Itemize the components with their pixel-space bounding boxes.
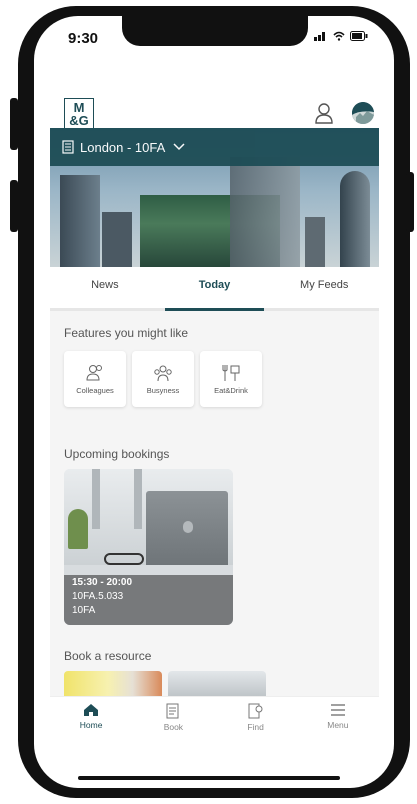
window-frame bbox=[92, 469, 100, 529]
booking-room: 10FA.5.033 bbox=[72, 591, 124, 602]
user-icon[interactable] bbox=[314, 102, 334, 124]
clock: 9:30 bbox=[68, 30, 99, 47]
nav-label: Home bbox=[79, 720, 103, 730]
plant bbox=[68, 509, 88, 549]
glasses bbox=[104, 553, 144, 565]
feature-label: Colleagues bbox=[76, 385, 114, 395]
apple-logo-icon bbox=[183, 521, 193, 533]
features-title: Features you might like bbox=[64, 326, 189, 340]
wifi-icon bbox=[333, 31, 345, 41]
book-icon bbox=[166, 703, 179, 719]
nav-label: Menu bbox=[327, 720, 349, 730]
phone-side-button bbox=[406, 172, 414, 232]
building bbox=[60, 175, 100, 267]
feature-list: Colleagues Busyness Eat&Drink bbox=[64, 351, 262, 407]
battery-icon bbox=[350, 31, 368, 41]
bookings-title: Upcoming bookings bbox=[64, 447, 170, 461]
resources-title: Book a resource bbox=[64, 649, 152, 663]
home-indicator[interactable] bbox=[78, 776, 340, 780]
avatar[interactable] bbox=[352, 102, 374, 124]
app-screen: 9:30 M &G London - 10FA News Today My Fe… bbox=[34, 16, 394, 788]
crowd-icon bbox=[154, 365, 172, 381]
signal-icon bbox=[314, 32, 325, 41]
feature-colleagues[interactable]: Colleagues bbox=[64, 351, 126, 407]
booking-time: 15:30 - 20:00 bbox=[72, 577, 133, 588]
find-icon bbox=[248, 703, 263, 719]
building-icon bbox=[62, 140, 74, 154]
booking-card[interactable]: 15:30 - 20:00 10FA.5.033 10FA bbox=[64, 469, 233, 625]
feature-busyness[interactable]: Busyness bbox=[132, 351, 194, 407]
home-icon bbox=[84, 704, 99, 716]
status-icons bbox=[314, 31, 368, 41]
main-content: Features you might like Colleagues Busyn… bbox=[50, 311, 379, 701]
bottom-navigation: Home Book Find Menu bbox=[50, 696, 379, 749]
chevron-down-icon bbox=[173, 143, 185, 151]
tab-today[interactable]: Today bbox=[160, 270, 270, 311]
building bbox=[340, 171, 370, 267]
tab-bar: News Today My Feeds bbox=[50, 270, 379, 311]
nav-find[interactable]: Find bbox=[215, 697, 297, 749]
nav-book[interactable]: Book bbox=[132, 697, 214, 749]
cutlery-icon bbox=[222, 364, 240, 381]
building bbox=[102, 212, 132, 267]
feature-eat-drink[interactable]: Eat&Drink bbox=[200, 351, 262, 407]
window-frame bbox=[134, 469, 142, 529]
building bbox=[230, 157, 300, 267]
location-label: London - 10FA bbox=[80, 139, 166, 155]
nav-menu[interactable]: Menu bbox=[297, 697, 379, 749]
feature-label: Eat&Drink bbox=[214, 385, 248, 395]
nav-label: Book bbox=[163, 722, 184, 732]
building bbox=[305, 217, 325, 267]
menu-icon bbox=[330, 704, 345, 716]
phone-side-button bbox=[10, 98, 18, 150]
nav-home[interactable]: Home bbox=[50, 697, 132, 749]
tab-news[interactable]: News bbox=[50, 270, 160, 308]
nav-label: Find bbox=[247, 722, 264, 732]
notch bbox=[122, 16, 308, 46]
phone-side-button bbox=[10, 180, 18, 232]
booking-building: 10FA bbox=[72, 605, 96, 616]
company-logo: M &G bbox=[64, 98, 94, 130]
location-selector[interactable]: London - 10FA bbox=[50, 128, 379, 166]
location-banner[interactable]: London - 10FA bbox=[50, 128, 379, 267]
tab-my-feeds[interactable]: My Feeds bbox=[269, 270, 379, 308]
feature-label: Busyness bbox=[146, 385, 180, 395]
people-icon bbox=[86, 364, 102, 380]
